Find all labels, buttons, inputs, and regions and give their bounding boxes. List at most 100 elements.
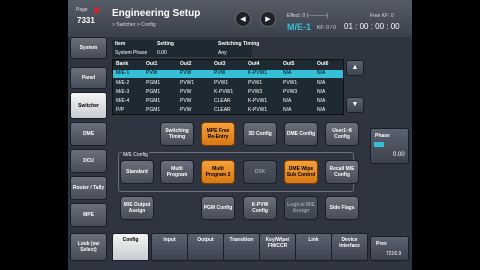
table-cell: K-PVW1 [248,107,268,113]
setting-value: 0.00 [157,50,167,56]
tab-key-wipe[interactable]: Key/Wipe/ FM/CCR [259,233,296,261]
sidebar-item-dcu[interactable]: DCU [70,149,107,173]
next-effect-button[interactable]: ▶ [260,11,276,27]
effect-label: Effect: 0 (-----------) [287,13,329,19]
setting-header: Setting [157,41,174,47]
prev-effect-button[interactable]: ◀ [235,11,251,27]
table-cell: M/E-3 [116,89,130,95]
table-cell: N/A [317,107,326,113]
col-header: Out4 [248,61,260,67]
user-config-button[interactable]: User1~8 Config [325,122,359,146]
table-cell: PVW3 [248,89,263,95]
col-header: Bank [116,61,129,67]
me-output-assign-button[interactable]: M/E Output Assign [120,196,154,220]
sidebar-item-mpe[interactable]: MPE [70,203,107,227]
dsk-button[interactable]: DSK [243,160,277,184]
page-title: Engineering Setup [112,8,201,19]
table-cell: CLEAR [214,98,231,104]
table-cell: K-PVW1 [248,98,268,104]
table-row[interactable]: M/E-2 PGM1 PVW1 PVW1 PVW1 PVW1 N/A [113,80,343,88]
alert-indicator [94,8,99,13]
dme-wipe-button[interactable]: DME Wipe Sub Control [284,160,318,184]
sidebar-item-panel[interactable]: Panel [70,67,107,89]
table-cell: PVW [146,70,158,76]
table-cell: CLEAR [214,107,231,113]
table-row[interactable]: M/E-1 PVW PVW PVW K-PVW1 N/A N/A [113,70,343,78]
tab-link[interactable]: Link [295,233,332,261]
multi-program-2-button[interactable]: Multi Program 2 [201,160,235,184]
table-cell: N/A [283,107,292,113]
table-header-row: Bank Out1 Out2 Out3 Out4 Out5 Out6 [113,61,343,69]
table-cell: N/A [317,80,326,86]
sidebar-item-system[interactable]: System [70,37,107,59]
tab-input[interactable]: Input [151,233,188,261]
table-cell: PVW [180,89,192,95]
mpe-free-reentry-button[interactable]: MPE Free Re-Entry [201,122,235,146]
table-cell: K-PVW1 [214,89,234,95]
table-cell: K-PVW1 [248,70,268,76]
scroll-down-button[interactable]: ▼ [346,97,364,113]
phase-panel[interactable]: Phase 0.00 [370,128,409,164]
prev-label: Prev [376,241,387,247]
timecode: 01 : 00 : 00 : 00 [344,22,400,31]
prev-page-button[interactable]: Prev 7216.9 [370,236,409,261]
tab-device-interface[interactable]: Device Interface [331,233,368,261]
tab-output[interactable]: Output [187,233,224,261]
table-cell: P/P [116,107,125,113]
col-header: Out5 [283,61,295,67]
table-row[interactable]: M/E-4 PGM1 PVW CLEAR K-PVW1 N/A N/A [113,98,343,106]
dme-config-button[interactable]: DME Config [284,122,318,146]
prev-page-number: 7216.9 [386,251,402,257]
table-cell: PVW [180,98,192,104]
item-value: System Phase [115,50,148,56]
table-cell: PVW [214,70,226,76]
table-cell: PVW3 [283,89,298,95]
up-arrow-icon: ▲ [351,64,359,71]
sidebar-item-router-tally[interactable]: Router / Tally [70,176,107,200]
table-row[interactable]: M/E-3 PGM1 PVW K-PVW1 PVW3 PVW3 N/A [113,89,343,97]
table-cell: PVW1 [180,80,195,86]
phase-value: 0.00 [393,152,405,158]
item-header: Item [115,41,126,47]
switching-timing-button[interactable]: Switching Timing [160,122,194,146]
phase-label: Phase [375,133,390,139]
table-cell: N/A [283,70,292,76]
multi-program-button[interactable]: Multi Program [160,160,194,184]
side-flags-button[interactable]: Side Flags [325,196,359,220]
table-cell: N/A [317,98,326,104]
table-cell: PVW [180,107,192,113]
recall-me-config-button[interactable]: Recall M/E Config [325,160,359,184]
table-cell: PGM1 [146,98,161,104]
table-cell: M/E-4 [116,98,130,104]
logical-me-assign-button[interactable]: Logical M/E Assign [284,196,318,220]
kpvw-config-button[interactable]: K-PVW Config [243,196,277,220]
table-cell: PGM1 [146,80,161,86]
left-arrow-icon: ◀ [240,16,246,23]
table-row[interactable]: P/P PGM1 PVW CLEAR K-PVW1 N/A N/A [113,107,343,115]
sidebar-item-switcher[interactable]: Switcher [70,92,107,119]
me-config-label: M/E Config [122,152,149,158]
table-cell: PVW1 [248,80,263,86]
timing-header: Switching Timing [218,41,260,47]
breadcrumb: > Switcher > Config [112,22,156,28]
sidebar-item-look[interactable]: Look (sw Select) [70,233,107,261]
standard-button[interactable]: Standard [120,160,154,184]
bank-table: Bank Out1 Out2 Out3 Out4 Out5 Out6 M/E-1… [112,59,344,115]
col-header: Out2 [180,61,192,67]
screen: Page 7331 Engineering Setup > Switcher >… [68,0,412,270]
item-table: Item Setting System Phase 0.00 Switching… [112,40,259,57]
pgm-config-button[interactable]: PGM Config [201,196,235,220]
phase-indicator [374,142,384,147]
page-number: 7331 [77,16,95,25]
col-header: Out1 [146,61,158,67]
table-cell: N/A [283,98,292,104]
3d-config-button[interactable]: 3D Config [243,122,277,146]
tab-transition[interactable]: Transition [223,233,260,261]
table-cell: M/E-1 [116,70,130,76]
header-bar: Page 7331 Engineering Setup > Switcher >… [68,0,412,37]
scroll-up-button[interactable]: ▲ [346,60,364,76]
sidebar-item-dme[interactable]: DME [70,122,107,146]
tab-config[interactable]: Config [112,233,149,261]
col-header: Out3 [214,61,226,67]
page-label: Page [76,7,88,13]
